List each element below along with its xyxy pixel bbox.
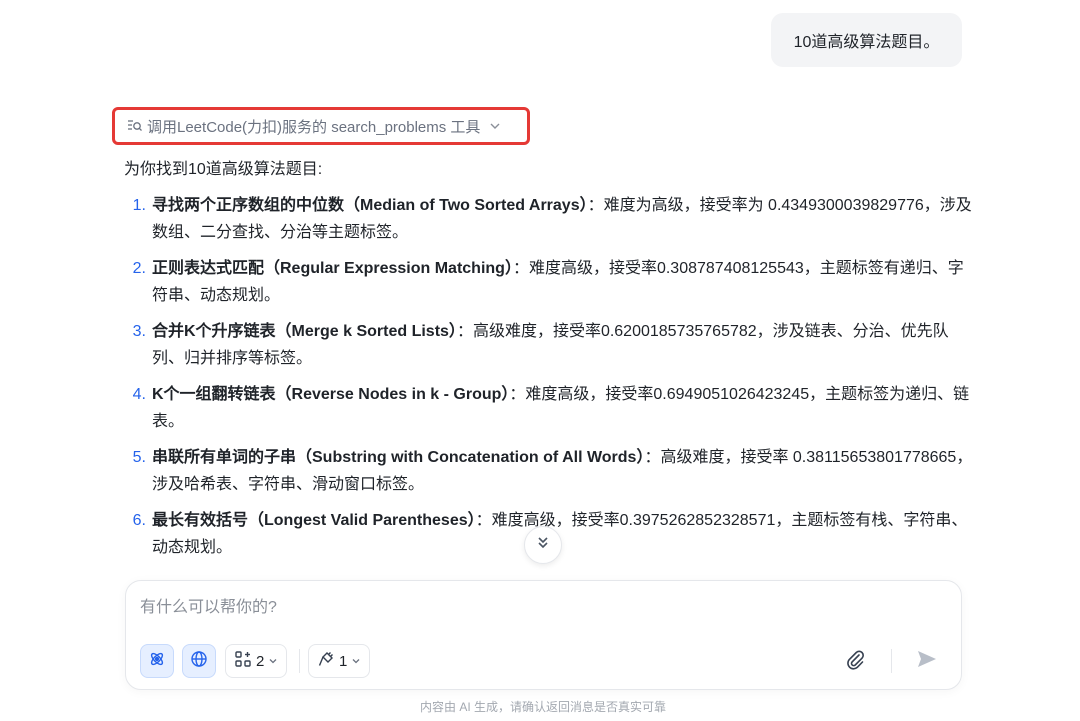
user-message-bubble: 10道高级算法题目。 [771,13,962,67]
toolbar-divider [299,649,300,673]
list-item: 4. K个一组翻转链表（Reverse Nodes in k - Group）：… [124,381,974,435]
problem-list: 1. 寻找两个正序数组的中位数（Median of Two Sorted Arr… [124,192,974,576]
item-number: 3. [132,323,146,340]
chat-composer: 2 1 [125,580,962,690]
item-number: 4. [132,386,146,403]
item-number: 1. [132,197,146,214]
web-search-toggle[interactable] [182,644,216,678]
search-list-icon [127,118,143,134]
globe-icon [190,650,208,673]
assistant-intro: 为你找到10道高级算法题目: [124,161,323,178]
list-item: 1. 寻找两个正序数组的中位数（Median of Two Sorted Arr… [124,192,974,246]
tools-dropdown[interactable]: 1 [308,644,371,678]
tools-count: 1 [339,652,348,670]
user-message-text: 10道高级算法题目。 [793,34,940,51]
chat-input[interactable] [140,595,940,621]
plugins-count: 2 [256,652,265,670]
item-title: 正则表达式匹配（Regular Expression Matching） [152,260,513,277]
item-title: 合并K个升序链表（Merge k Sorted Lists） [152,323,457,340]
agent-mode-toggle[interactable] [140,644,174,678]
paperclip-icon [844,648,866,675]
item-title: 最长有效括号（Longest Valid Parentheses） [152,512,476,529]
list-item: 5. 串联所有单词的子串（Substring with Concatenatio… [124,444,974,498]
double-chevron-down-icon [534,534,552,557]
plug-icon [317,650,335,672]
scroll-to-bottom-button[interactable] [524,526,562,564]
item-number: 2. [132,260,146,277]
ai-disclaimer: 内容由 AI 生成，请确认返回消息是否真实可靠 [419,700,666,714]
grid-plus-icon [234,650,252,672]
atom-icon [148,650,166,673]
toolbar-divider [891,649,892,673]
item-number: 5. [132,449,146,466]
tool-call-toggle[interactable]: 调用LeetCode(力扣)服务的 search_problems 工具 [112,107,530,145]
chevron-down-icon [268,653,278,670]
send-icon [916,648,938,675]
list-item: 2. 正则表达式匹配（Regular Expression Matching）：… [124,255,974,309]
item-number: 6. [132,512,146,529]
item-title: K个一组翻转链表（Reverse Nodes in k - Group） [152,386,510,403]
item-title: 串联所有单词的子串（Substring with Concatenation o… [152,449,645,466]
item-title: 寻找两个正序数组的中位数（Median of Two Sorted Arrays… [152,197,588,214]
attach-file-button[interactable] [841,647,869,675]
plugins-dropdown[interactable]: 2 [225,644,288,678]
chevron-down-icon [351,653,361,670]
chevron-down-icon [488,119,502,133]
list-item: 3. 合并K个升序链表（Merge k Sorted Lists）：高级难度，接… [124,318,974,372]
tool-call-label: 调用LeetCode(力扣)服务的 search_problems 工具 [147,118,481,136]
send-button[interactable] [913,647,941,675]
